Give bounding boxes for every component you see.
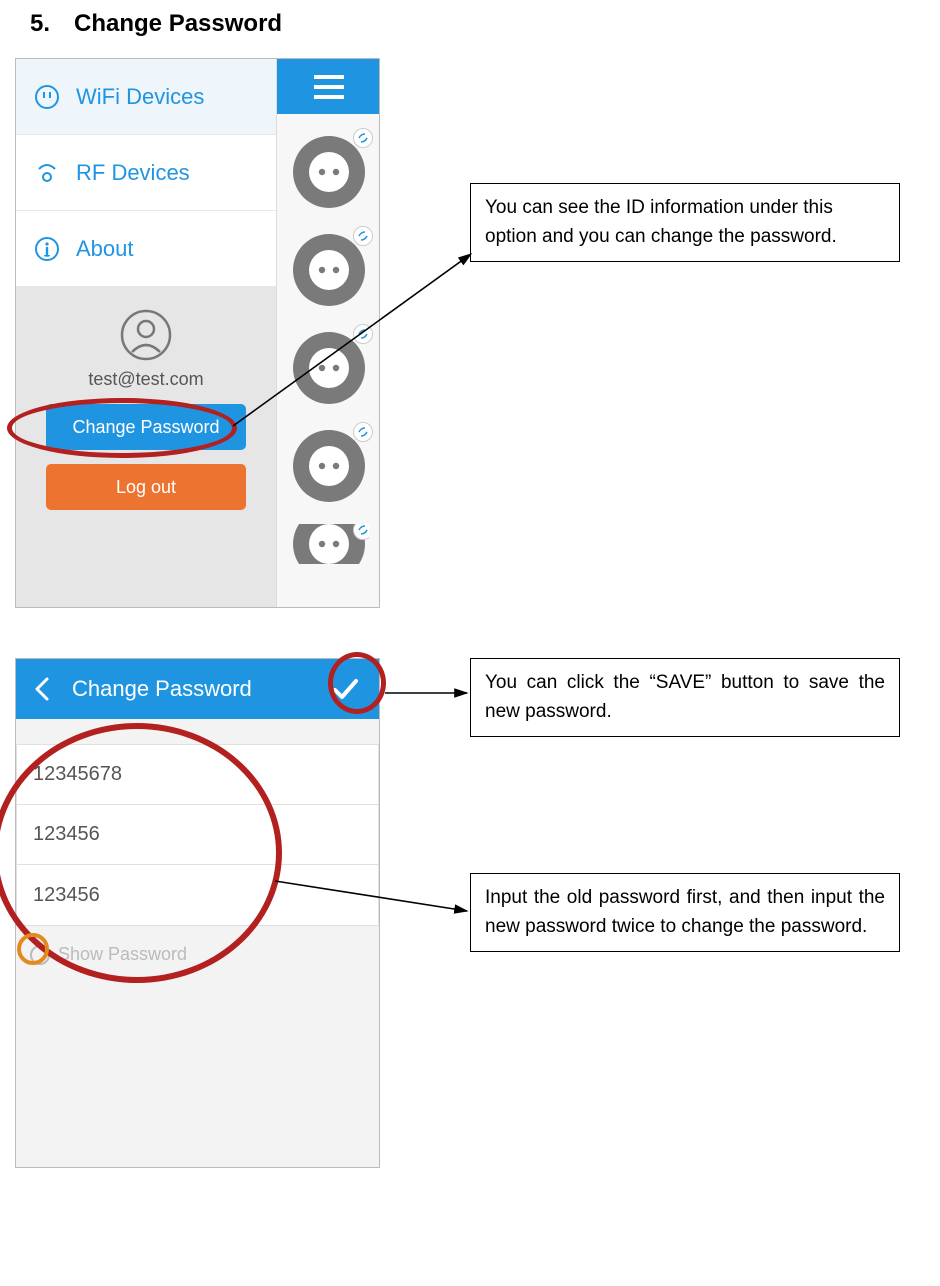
refresh-badge-icon bbox=[353, 128, 373, 148]
info-icon bbox=[32, 234, 62, 264]
show-password-label: Show Password bbox=[58, 944, 187, 965]
screen-title: Change Password bbox=[64, 676, 325, 702]
annotation-input-passwords: Input the old password first, and then i… bbox=[470, 873, 900, 952]
device-socket-icon[interactable] bbox=[289, 328, 369, 408]
menu-item-rf-devices[interactable]: RF Devices bbox=[16, 135, 276, 211]
show-password-toggle[interactable]: Show Password bbox=[16, 926, 379, 983]
menu-item-label: RF Devices bbox=[76, 160, 190, 186]
section-1: WiFi Devices RF Devices About test@test.… bbox=[0, 58, 940, 658]
refresh-badge-icon bbox=[353, 324, 373, 344]
device-socket-icon[interactable] bbox=[289, 426, 369, 506]
menu-item-label: WiFi Devices bbox=[76, 84, 204, 110]
menu-item-wifi-devices[interactable]: WiFi Devices bbox=[16, 59, 276, 135]
device-socket-icon[interactable] bbox=[289, 524, 369, 564]
radio-unchecked-icon bbox=[30, 945, 50, 965]
password-field-group bbox=[16, 744, 379, 926]
refresh-badge-icon bbox=[353, 226, 373, 246]
new-password-input[interactable] bbox=[33, 823, 362, 846]
refresh-badge-icon bbox=[353, 422, 373, 442]
page-title: 5. Change Password bbox=[0, 0, 940, 58]
section-2: Change Password Show Password You can cl… bbox=[0, 658, 940, 1218]
menu-item-about[interactable]: About bbox=[16, 211, 276, 287]
device-list-strip bbox=[276, 59, 380, 607]
account-block: test@test.com Change Password Log out bbox=[16, 287, 276, 534]
change-password-button[interactable]: Change Password bbox=[46, 404, 246, 450]
old-password-input[interactable] bbox=[33, 763, 362, 786]
confirm-password-field[interactable] bbox=[17, 865, 378, 925]
back-arrow-icon[interactable] bbox=[30, 676, 64, 702]
menu-item-label: About bbox=[76, 236, 134, 262]
confirm-password-input[interactable] bbox=[33, 884, 362, 907]
arrow-to-save bbox=[385, 683, 475, 703]
rf-signal-icon bbox=[32, 158, 62, 188]
annotation-id-info: You can see the ID information under thi… bbox=[470, 183, 900, 262]
annotation-save-button: You can click the “SAVE” button to save … bbox=[470, 658, 900, 737]
screenshot-sidebar-app: WiFi Devices RF Devices About test@test.… bbox=[15, 58, 380, 608]
old-password-field[interactable] bbox=[17, 745, 378, 805]
account-email: test@test.com bbox=[36, 369, 256, 390]
device-socket-icon[interactable] bbox=[289, 230, 369, 310]
menu-list: WiFi Devices RF Devices About bbox=[16, 59, 276, 287]
logout-button[interactable]: Log out bbox=[46, 464, 246, 510]
device-socket-icon[interactable] bbox=[289, 132, 369, 212]
screenshot-change-password-form: Change Password Show Password bbox=[15, 658, 380, 1168]
save-check-icon[interactable] bbox=[325, 674, 365, 704]
hamburger-menu-icon[interactable] bbox=[277, 59, 380, 114]
new-password-field[interactable] bbox=[17, 805, 378, 865]
socket-outline-icon bbox=[32, 82, 62, 112]
avatar-icon bbox=[118, 307, 174, 363]
titlebar: Change Password bbox=[16, 659, 379, 719]
